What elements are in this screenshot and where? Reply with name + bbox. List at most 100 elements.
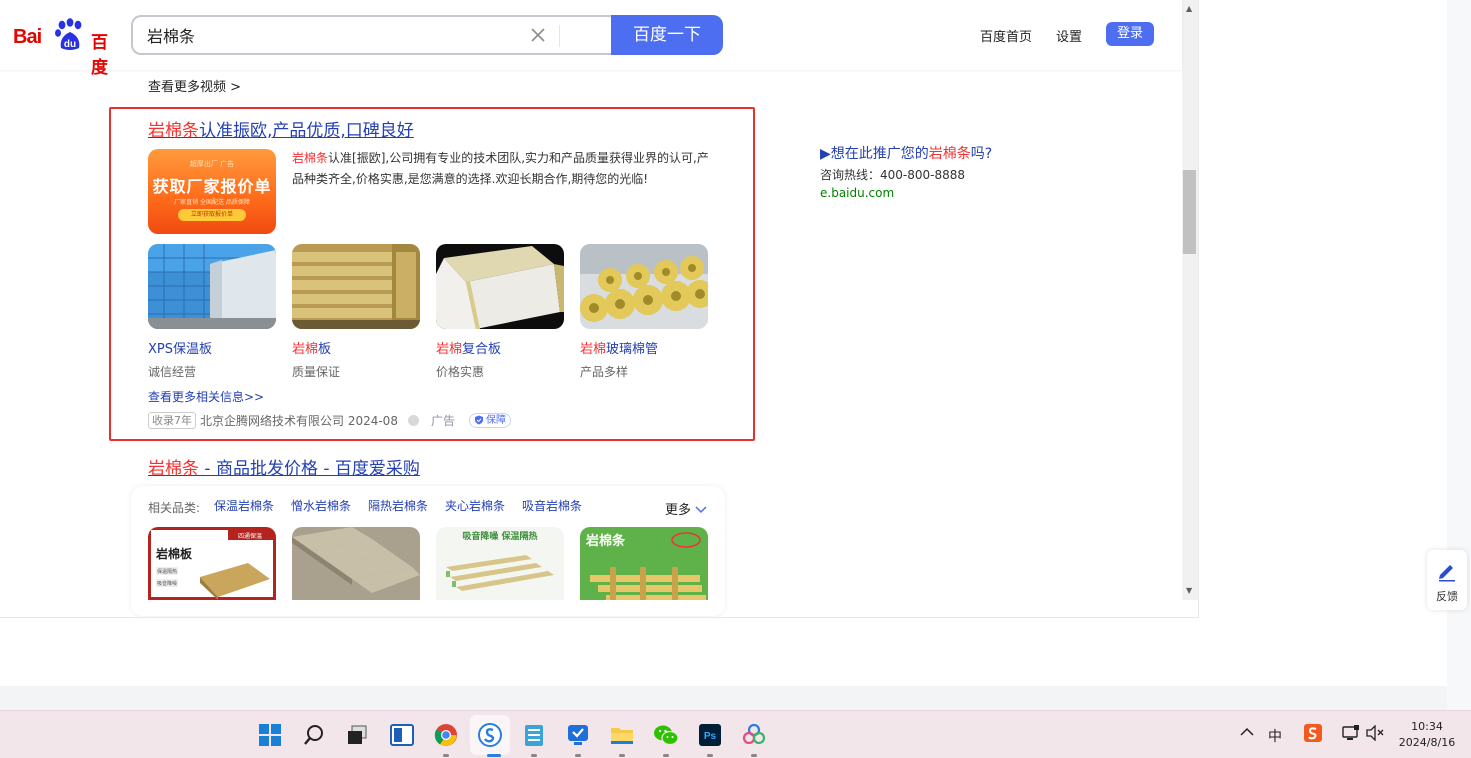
taskbar-clock[interactable]: 10:34 2024/8/16: [1392, 719, 1462, 751]
promo-url[interactable]: e.baidu.com: [820, 186, 894, 200]
task-view-icon[interactable]: [344, 722, 370, 748]
more-videos-link[interactable]: 查看更多视频 >: [148, 76, 241, 95]
chrome-icon[interactable]: [433, 722, 459, 748]
clear-icon[interactable]: [529, 26, 547, 44]
product-name[interactable]: XPS保温板: [148, 338, 276, 357]
product-image-rockwool-board[interactable]: [292, 244, 420, 329]
widgets-icon[interactable]: [389, 722, 415, 748]
running-indicator: [663, 754, 669, 757]
tray-expand-icon[interactable]: [1240, 725, 1254, 741]
login-button[interactable]: 登录: [1106, 22, 1154, 46]
info-dot-icon[interactable]: [407, 414, 419, 426]
product-image-rockwool-composite[interactable]: [436, 244, 564, 329]
outer-blank-area: [0, 619, 1447, 686]
promo-phone: 咨询热线：400-800-8888: [820, 168, 966, 182]
browser-viewport: Bai du 百度 百度一下 百度首页 设置 登录 ▲ ▼ 查: [0, 0, 1199, 618]
search-icon[interactable]: [301, 722, 327, 748]
app-cluster-icon[interactable]: [741, 722, 767, 748]
category-link[interactable]: 隔热岩棉条: [368, 497, 428, 514]
remote-desktop-icon[interactable]: [565, 722, 591, 748]
photoshop-icon[interactable]: Ps: [697, 722, 723, 748]
nav-baidu-home[interactable]: 百度首页: [980, 26, 1032, 45]
scroll-up-arrow-icon[interactable]: ▲: [1186, 4, 1192, 13]
windows-taskbar: Ps 中 10:34 2024/8/16: [0, 710, 1471, 758]
chevron-down-icon: [695, 506, 707, 514]
more-info-link[interactable]: 查看更多相关信息>>: [148, 388, 264, 405]
product-card[interactable]: 岩棉复合板 价格实惠: [436, 244, 564, 380]
ad-desc-text: 认准[振欧],公司拥有专业的技术团队,实力和产品质量获得业界的认可,产品种类齐全…: [292, 151, 709, 186]
product-name[interactable]: 岩棉复合板: [436, 338, 564, 357]
product-image-xps[interactable]: [148, 244, 276, 329]
ad-thumb-sub: 厂家直销 全国配送 品质保障: [174, 199, 250, 206]
running-indicator: [575, 754, 581, 757]
scroll-down-arrow-icon[interactable]: ▼: [1186, 586, 1192, 595]
aicaigou-product-image[interactable]: 吸音降噪 保温隔热: [436, 527, 564, 600]
ad-title-link[interactable]: 岩棉条认准振欧,产品优质,口碑良好: [148, 116, 414, 141]
product-name-text: 复合板: [462, 342, 502, 357]
category-link[interactable]: 保温岩棉条: [214, 497, 274, 514]
product-card[interactable]: 岩棉玻璃棉管 产品多样: [580, 244, 708, 380]
clock-date: 2024/8/16: [1398, 736, 1456, 749]
aicaigou-product-image[interactable]: [292, 527, 420, 600]
start-windows-icon[interactable]: [257, 722, 283, 748]
product-name[interactable]: 岩棉玻璃棉管: [580, 338, 708, 357]
product-name-highlight: 岩棉: [580, 342, 607, 357]
category-link[interactable]: 吸音岩棉条: [522, 497, 582, 514]
ad-thumb-main: 获取厂家报价单: [152, 177, 272, 196]
company-name: 北京企腾网络技术有限公司 2024-08: [200, 413, 398, 428]
ad-thumbnail[interactable]: 超厚出厂 广告 获取厂家报价单 厂家直销 全国配送 品质保障 立即获取报价单: [148, 149, 276, 234]
search-button[interactable]: 百度一下: [611, 15, 723, 55]
more-categories-button[interactable]: 更多: [665, 499, 707, 518]
result2-title-link[interactable]: 岩棉条 - 商品批发价格 - 百度爱采购: [148, 454, 420, 479]
product-name-highlight: 岩棉: [292, 342, 319, 357]
notepad-icon[interactable]: [521, 722, 547, 748]
promo-link[interactable]: ▶想在此推广您的岩棉条吗?: [820, 143, 992, 163]
running-indicator: [443, 754, 449, 757]
ad-thumb-btn: 立即获取报价单: [178, 209, 246, 221]
feedback-button[interactable]: 反馈: [1427, 550, 1467, 610]
ad-thumb-top: 超厚出厂 广告: [189, 160, 235, 168]
sogou-browser-icon[interactable]: [477, 722, 503, 748]
ad-meta-line: 收录7年 北京企腾网络技术有限公司 2024-08 广告 保障: [148, 411, 511, 429]
edit-pen-icon: [1439, 565, 1455, 582]
file-explorer-icon[interactable]: [609, 722, 635, 748]
outer-right-area: [1199, 0, 1447, 686]
category-link[interactable]: 憎水岩棉条: [291, 497, 351, 514]
shield-check-icon: [474, 415, 483, 425]
page-scrollbar[interactable]: ▲ ▼: [1182, 0, 1198, 600]
logo-cn: 百度: [91, 33, 108, 78]
category-link[interactable]: 夹心岩棉条: [445, 497, 505, 514]
product-name[interactable]: 岩棉板: [292, 338, 420, 357]
product-name-text: 板: [318, 342, 332, 357]
result2-title-highlight: 岩棉条: [148, 459, 199, 479]
aicaigou-product-image[interactable]: 岩棉条: [580, 527, 708, 600]
ime-indicator[interactable]: 中: [1268, 726, 1282, 746]
sogou-ime-icon[interactable]: [1304, 724, 1322, 746]
img1-title: 岩棉板: [155, 546, 193, 561]
product-name-highlight: 岩棉: [436, 342, 463, 357]
baidu-logo[interactable]: Bai du 百度: [13, 18, 117, 78]
product-card[interactable]: 岩棉板 质量保证: [292, 244, 420, 380]
product-subtitle: 产品多样: [580, 365, 629, 379]
running-indicator: [487, 754, 501, 757]
more-label: 更多: [665, 503, 692, 518]
record-tag: 收录7年: [148, 411, 196, 429]
product-image-glasswool-pipe[interactable]: [580, 244, 708, 329]
wechat-icon[interactable]: [653, 722, 679, 748]
guarantee-badge[interactable]: 保障: [468, 412, 511, 428]
product-subtitle: 质量保证: [292, 365, 341, 379]
aicaigou-product-image[interactable]: 四通保温 岩棉板 保温隔热 吸音降噪: [148, 527, 276, 600]
guarantee-label: 保障: [485, 414, 506, 426]
network-icon[interactable]: [1342, 725, 1360, 745]
ad-label: 广告: [430, 413, 455, 428]
nav-settings[interactable]: 设置: [1056, 26, 1082, 45]
speaker-muted-icon[interactable]: [1366, 724, 1384, 745]
clock-time: 10:34: [1411, 720, 1443, 733]
search-input[interactable]: [147, 24, 527, 46]
running-indicator: [751, 754, 757, 757]
ad-desc-highlight: 岩棉条: [292, 151, 329, 165]
scrollbar-thumb[interactable]: [1183, 170, 1196, 254]
product-card[interactable]: XPS保温板 诚信经营: [148, 244, 276, 380]
img1-tag: 四通保温: [238, 532, 262, 540]
promo-highlight: 岩棉条: [928, 146, 971, 162]
